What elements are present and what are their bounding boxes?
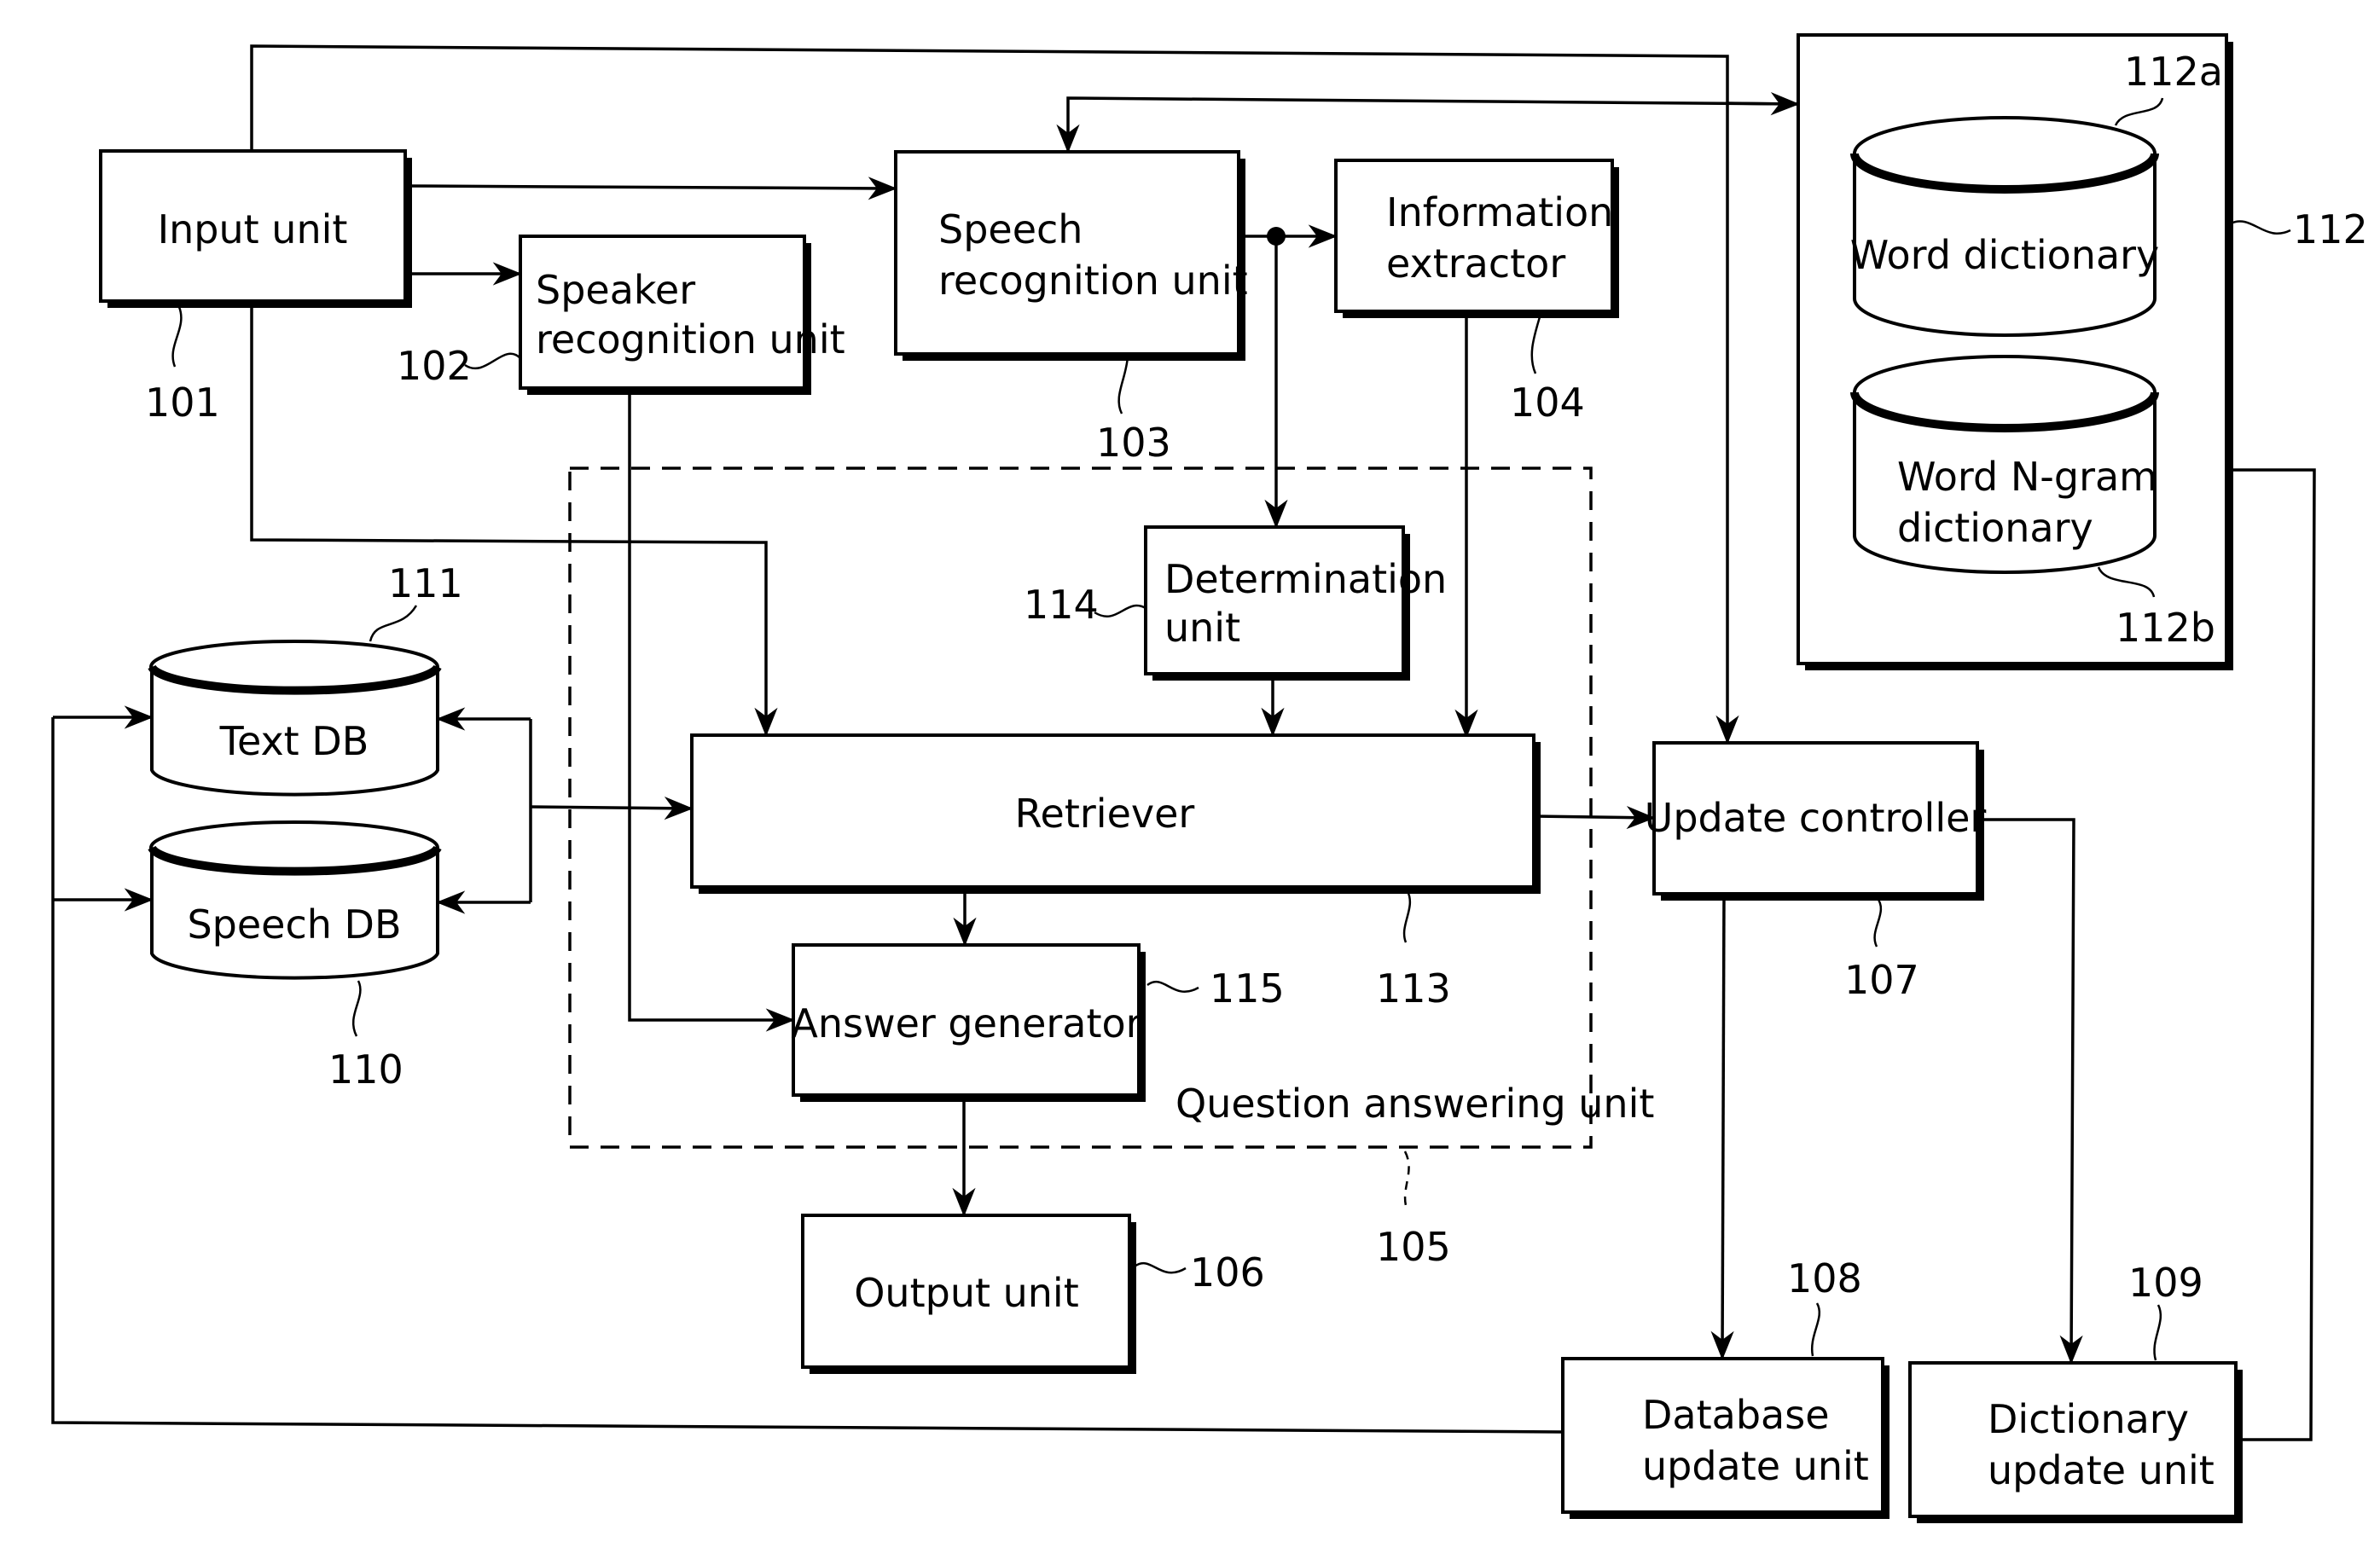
information-extractor-label-line2: extractor	[1386, 241, 1565, 287]
connector-update-controller-to-db-update	[1710, 893, 1734, 1360]
speaker-recognition-label-line1: Speaker	[536, 267, 695, 313]
leader-115	[1146, 980, 1199, 994]
update-controller-block[interactable]: Update controller	[1645, 741, 1987, 901]
word-dictionary-label: Word dictionary	[1850, 232, 2160, 278]
connector-update-controller-to-dict-update	[1977, 818, 2083, 1365]
dictionary-update-unit-label-line2: update unit	[1988, 1447, 2215, 1493]
text-db-label: Text DB	[219, 718, 369, 764]
leader-101	[171, 306, 183, 368]
leader-108	[1810, 1302, 1821, 1357]
block-diagram: Question answering unit Input unit Speak…	[51, 33, 2368, 1523]
speech-recognition-label-line2: recognition unit	[938, 258, 1248, 304]
speech-recognition-label-line1: Speech	[938, 206, 1083, 252]
determination-unit-label-line2: unit	[1164, 605, 1240, 651]
speech-db-label: Speech DB	[187, 901, 401, 948]
leader-102	[464, 352, 521, 370]
ref-113: 113	[1376, 965, 1451, 1011]
leader-104	[1530, 313, 1542, 374]
connector-retriever-to-update-controller	[1533, 805, 1656, 830]
ref-115: 115	[1210, 965, 1285, 1011]
ref-110: 110	[328, 1046, 403, 1093]
word-ngram-dictionary-label-line1: Word N-gram	[1897, 454, 2157, 500]
ref-104: 104	[1510, 380, 1585, 426]
word-ngram-dictionary-cylinder[interactable]: Word N-gram dictionary	[1850, 355, 2159, 574]
answer-generator-label: Answer generator	[791, 1000, 1141, 1046]
connector-databases-to-retriever	[530, 797, 694, 820]
leader-105	[1403, 1151, 1410, 1212]
connector-input-to-speech-recognition	[404, 177, 897, 200]
output-unit-label: Output unit	[854, 1270, 1079, 1316]
ref-109: 109	[2128, 1260, 2203, 1306]
ref-103: 103	[1096, 420, 1171, 466]
input-unit-label: Input unit	[158, 206, 348, 252]
speaker-recognition-label-line2: recognition unit	[536, 316, 845, 362]
text-db-cylinder[interactable]: Text DB	[148, 640, 442, 797]
ref-112a: 112a	[2124, 49, 2223, 95]
ref-107: 107	[1844, 957, 1919, 1003]
leader-110	[351, 980, 362, 1037]
determination-unit-label-line1: Determination	[1164, 556, 1447, 602]
speech-db-cylinder[interactable]: Speech DB	[148, 820, 442, 980]
leader-113	[1402, 890, 1412, 943]
speech-recognition-block[interactable]: Speech recognition unit	[894, 150, 1248, 361]
speaker-recognition-block[interactable]: Speaker recognition unit	[519, 235, 845, 395]
information-extractor-label-line1: Information	[1386, 189, 1613, 235]
ref-101: 101	[145, 380, 220, 426]
retriever-block[interactable]: Retriever	[690, 733, 1541, 894]
ref-112: 112	[2293, 206, 2368, 252]
ref-105: 105	[1376, 1224, 1451, 1270]
input-unit-block[interactable]: Input unit	[99, 149, 412, 308]
database-update-unit-label-line1: Database	[1642, 1392, 1830, 1438]
ref-114: 114	[1024, 582, 1099, 628]
ref-106: 106	[1190, 1249, 1265, 1295]
connector-speaker-to-answer-generator	[628, 388, 795, 1032]
update-controller-label: Update controller	[1645, 795, 1987, 841]
ref-102: 102	[397, 343, 472, 389]
leader-112	[2230, 220, 2291, 235]
question-answering-unit-label: Question answering unit	[1175, 1081, 1654, 1127]
determination-unit-block[interactable]: Determination unit	[1144, 525, 1447, 681]
ref-112b: 112b	[2116, 605, 2215, 651]
leader-109	[2153, 1304, 2162, 1361]
ref-111: 111	[388, 560, 463, 606]
leader-106	[1134, 1261, 1187, 1274]
output-unit-block[interactable]: Output unit	[801, 1214, 1136, 1374]
retriever-label: Retriever	[1015, 791, 1195, 837]
leader-111	[369, 605, 418, 642]
leader-103	[1117, 356, 1129, 414]
connector-dictionary-to-speech-recognition	[1056, 96, 1799, 154]
information-extractor-block[interactable]: Information extractor	[1334, 159, 1619, 318]
database-update-unit-block[interactable]: Database update unit	[1561, 1357, 1889, 1519]
ref-108: 108	[1787, 1255, 1862, 1301]
leader-114	[1094, 604, 1146, 617]
answer-generator-block[interactable]: Answer generator	[791, 943, 1146, 1102]
word-ngram-dictionary-label-line2: dictionary	[1897, 505, 2093, 551]
connector-to-dictionary-storage	[1727, 92, 1800, 116]
dictionary-update-unit-label-line1: Dictionary	[1988, 1396, 2189, 1442]
leader-107	[1873, 896, 1883, 948]
word-dictionary-cylinder[interactable]: Word dictionary	[1850, 116, 2160, 337]
dictionary-update-unit-block[interactable]: Dictionary update unit	[1908, 1361, 2243, 1523]
database-update-unit-label-line2: update unit	[1642, 1443, 1869, 1489]
